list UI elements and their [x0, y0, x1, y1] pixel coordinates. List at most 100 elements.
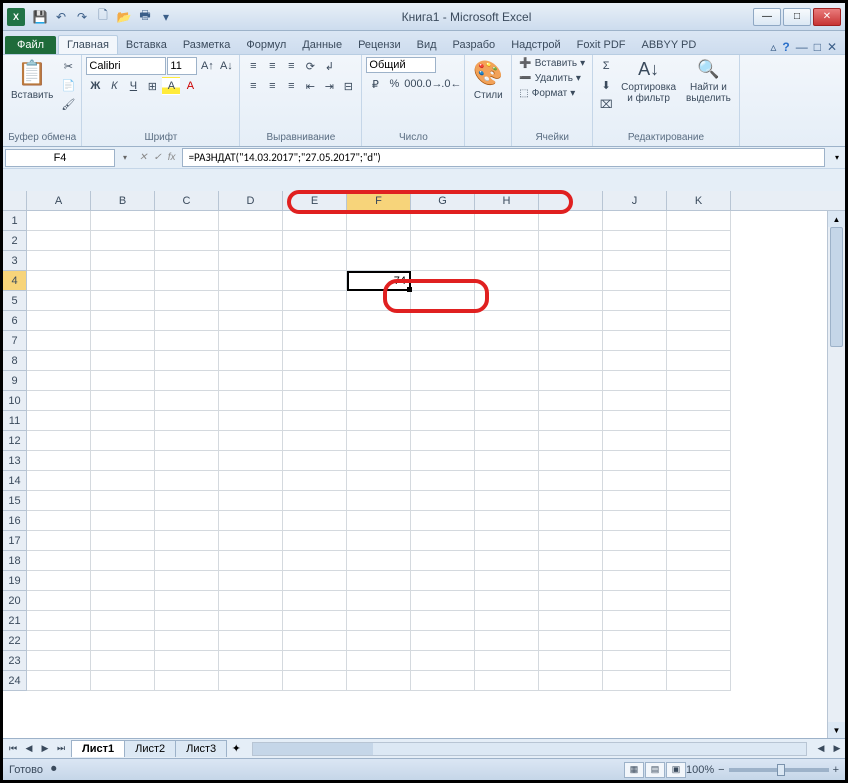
- cell-G14[interactable]: [411, 471, 475, 491]
- row-header-21[interactable]: 21: [3, 611, 26, 631]
- cell-J3[interactable]: [603, 251, 667, 271]
- cell-G17[interactable]: [411, 531, 475, 551]
- cell-G15[interactable]: [411, 491, 475, 511]
- cell-K5[interactable]: [667, 291, 731, 311]
- cell-J19[interactable]: [603, 571, 667, 591]
- row-header-18[interactable]: 18: [3, 551, 26, 571]
- redo-icon[interactable]: ↷: [72, 7, 92, 27]
- cell-I5[interactable]: [539, 291, 603, 311]
- cell-C20[interactable]: [155, 591, 219, 611]
- cell-J5[interactable]: [603, 291, 667, 311]
- cell-J4[interactable]: [603, 271, 667, 291]
- cell-J2[interactable]: [603, 231, 667, 251]
- cell-E21[interactable]: [283, 611, 347, 631]
- cell-A21[interactable]: [27, 611, 91, 631]
- minimize-ribbon-icon[interactable]: ▵: [770, 40, 776, 54]
- row-header-12[interactable]: 12: [3, 431, 26, 451]
- shrink-font-icon[interactable]: A↓: [217, 57, 235, 75]
- cell-E9[interactable]: [283, 371, 347, 391]
- qat-icon-1[interactable]: 🗋: [93, 7, 113, 27]
- cell-I14[interactable]: [539, 471, 603, 491]
- cell-J20[interactable]: [603, 591, 667, 611]
- cell-C18[interactable]: [155, 551, 219, 571]
- cell-K19[interactable]: [667, 571, 731, 591]
- tab-abbyy[interactable]: ABBYY PD: [634, 36, 705, 54]
- cell-I22[interactable]: [539, 631, 603, 651]
- row-header-15[interactable]: 15: [3, 491, 26, 511]
- cell-F13[interactable]: [347, 451, 411, 471]
- col-header-I[interactable]: I: [539, 191, 603, 210]
- cell-D13[interactable]: [219, 451, 283, 471]
- cell-B13[interactable]: [91, 451, 155, 471]
- cell-F10[interactable]: [347, 391, 411, 411]
- cell-F19[interactable]: [347, 571, 411, 591]
- grow-font-icon[interactable]: A↑: [198, 57, 216, 75]
- cell-E19[interactable]: [283, 571, 347, 591]
- cell-E13[interactable]: [283, 451, 347, 471]
- cell-H13[interactable]: [475, 451, 539, 471]
- cell-F17[interactable]: [347, 531, 411, 551]
- cell-C5[interactable]: [155, 291, 219, 311]
- cell-D3[interactable]: [219, 251, 283, 271]
- hscroll-left-icon[interactable]: ◀: [813, 741, 829, 757]
- cell-G19[interactable]: [411, 571, 475, 591]
- cell-A3[interactable]: [27, 251, 91, 271]
- cell-D1[interactable]: [219, 211, 283, 231]
- cell-J22[interactable]: [603, 631, 667, 651]
- orientation-icon[interactable]: ⟳: [301, 57, 319, 75]
- cell-K9[interactable]: [667, 371, 731, 391]
- cell-E3[interactable]: [283, 251, 347, 271]
- row-header-20[interactable]: 20: [3, 591, 26, 611]
- fill-color-icon[interactable]: A: [162, 77, 180, 95]
- zoom-thumb[interactable]: [777, 764, 785, 776]
- cell-E24[interactable]: [283, 671, 347, 691]
- cell-I3[interactable]: [539, 251, 603, 271]
- cell-F8[interactable]: [347, 351, 411, 371]
- cell-D4[interactable]: [219, 271, 283, 291]
- cell-C16[interactable]: [155, 511, 219, 531]
- cell-F16[interactable]: [347, 511, 411, 531]
- cell-A6[interactable]: [27, 311, 91, 331]
- doc-minimize-icon[interactable]: —: [796, 40, 808, 54]
- qat-icon-2[interactable]: 📂: [114, 7, 134, 27]
- cell-K4[interactable]: [667, 271, 731, 291]
- cell-C21[interactable]: [155, 611, 219, 631]
- cell-K17[interactable]: [667, 531, 731, 551]
- cell-E18[interactable]: [283, 551, 347, 571]
- cell-D7[interactable]: [219, 331, 283, 351]
- row-header-8[interactable]: 8: [3, 351, 26, 371]
- cell-K16[interactable]: [667, 511, 731, 531]
- cell-B6[interactable]: [91, 311, 155, 331]
- cell-H20[interactable]: [475, 591, 539, 611]
- cell-I18[interactable]: [539, 551, 603, 571]
- row-header-16[interactable]: 16: [3, 511, 26, 531]
- cell-D6[interactable]: [219, 311, 283, 331]
- cell-D12[interactable]: [219, 431, 283, 451]
- cell-J10[interactable]: [603, 391, 667, 411]
- cell-K11[interactable]: [667, 411, 731, 431]
- cancel-formula-icon[interactable]: ✕: [137, 152, 149, 163]
- cell-B18[interactable]: [91, 551, 155, 571]
- cell-C7[interactable]: [155, 331, 219, 351]
- cell-B12[interactable]: [91, 431, 155, 451]
- cell-E20[interactable]: [283, 591, 347, 611]
- wrap-text-icon[interactable]: ↲: [320, 57, 338, 75]
- cell-E8[interactable]: [283, 351, 347, 371]
- row-header-5[interactable]: 5: [3, 291, 26, 311]
- cell-D16[interactable]: [219, 511, 283, 531]
- cell-I24[interactable]: [539, 671, 603, 691]
- cell-F24[interactable]: [347, 671, 411, 691]
- delete-cells-button[interactable]: ➖Удалить ▾: [516, 72, 584, 85]
- maximize-button[interactable]: □: [783, 8, 811, 26]
- cell-B11[interactable]: [91, 411, 155, 431]
- align-top-icon[interactable]: ≡: [244, 57, 262, 75]
- cell-B14[interactable]: [91, 471, 155, 491]
- cell-C15[interactable]: [155, 491, 219, 511]
- cell-D17[interactable]: [219, 531, 283, 551]
- decrease-decimal-icon[interactable]: .0←: [442, 75, 460, 93]
- cell-F9[interactable]: [347, 371, 411, 391]
- cell-A1[interactable]: [27, 211, 91, 231]
- sheet-tab-2[interactable]: Лист2: [124, 740, 176, 757]
- cell-F22[interactable]: [347, 631, 411, 651]
- page-layout-view-icon[interactable]: ▤: [645, 762, 665, 778]
